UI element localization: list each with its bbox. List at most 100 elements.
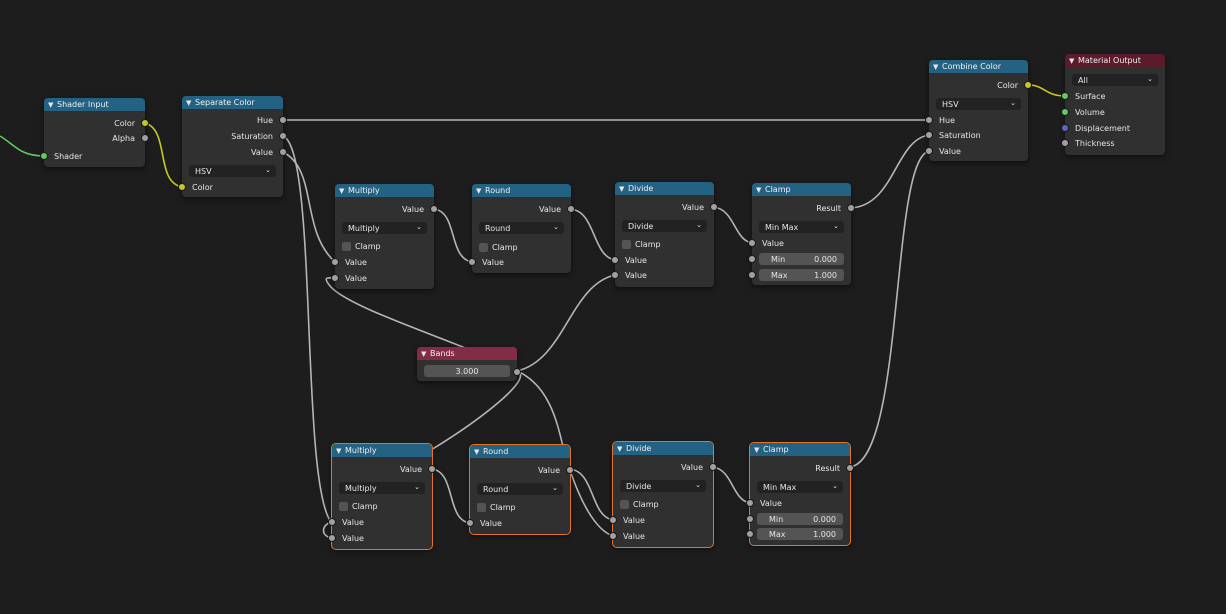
- checkbox-icon[interactable]: [342, 241, 351, 251]
- checkbox-icon[interactable]: [620, 499, 629, 509]
- node-header[interactable]: ▼ Multiply: [335, 184, 434, 197]
- output-socket-icon[interactable]: [847, 204, 855, 212]
- node-divide-top[interactable]: ▼ Divide Value Divide ⌄ Clamp Value Value: [611, 182, 718, 287]
- output-socket-icon[interactable]: [279, 132, 287, 140]
- node-header[interactable]: ▼ Clamp: [750, 443, 850, 456]
- mode-dropdown[interactable]: HSV ⌄: [936, 98, 1021, 110]
- node-header[interactable]: ▼ Round: [472, 184, 571, 197]
- input-socket-icon[interactable]: [611, 271, 619, 279]
- operation-dropdown[interactable]: Multiply ⌄: [342, 222, 427, 234]
- input-socket-icon[interactable]: [328, 534, 336, 542]
- input-socket-icon[interactable]: [746, 499, 754, 507]
- clamp-type-dropdown[interactable]: Min Max ⌄: [759, 221, 844, 233]
- chevron-down-icon[interactable]: ▼: [421, 350, 430, 358]
- chevron-down-icon[interactable]: ▼: [48, 101, 57, 109]
- input-socket-icon[interactable]: [748, 239, 756, 247]
- node-shader-input[interactable]: ▼ Shader Input Color Alpha Shader: [40, 98, 149, 167]
- output-socket-icon[interactable]: [428, 465, 436, 473]
- chevron-down-icon[interactable]: ▼: [474, 448, 483, 456]
- node-header[interactable]: ▼ Combine Color: [929, 60, 1028, 73]
- node-material-output[interactable]: ▼ Material Output All ⌄ Surface Volume Dis…: [1061, 54, 1165, 155]
- chevron-down-icon[interactable]: ▼: [754, 446, 763, 454]
- output-socket-icon[interactable]: [567, 205, 575, 213]
- input-socket-icon[interactable]: [1061, 92, 1069, 100]
- chevron-down-icon[interactable]: ▼: [186, 99, 195, 107]
- input-socket-icon[interactable]: [748, 271, 756, 279]
- input-socket-icon[interactable]: [1061, 108, 1069, 116]
- max-field[interactable]: Max 1.000: [746, 528, 843, 540]
- output-socket-icon[interactable]: [141, 119, 149, 127]
- output-socket-icon[interactable]: [1024, 81, 1032, 89]
- checkbox-icon[interactable]: [622, 239, 631, 249]
- input-socket-icon[interactable]: [468, 258, 476, 266]
- clamp-checkbox[interactable]: Clamp: [479, 241, 518, 253]
- input-socket-icon[interactable]: [40, 152, 48, 160]
- clamp-checkbox[interactable]: Clamp: [622, 238, 661, 250]
- node-header[interactable]: ▼ Material Output: [1065, 54, 1165, 67]
- checkbox-icon[interactable]: [477, 502, 486, 512]
- chevron-down-icon[interactable]: ▼: [756, 186, 765, 194]
- input-socket-icon[interactable]: [609, 532, 617, 540]
- input-socket-icon[interactable]: [746, 530, 754, 538]
- node-bands[interactable]: ▼ Bands 3.000: [417, 347, 521, 381]
- target-dropdown[interactable]: All ⌄: [1072, 74, 1158, 86]
- chevron-down-icon[interactable]: ▼: [1069, 57, 1078, 65]
- output-socket-icon[interactable]: [141, 134, 149, 142]
- input-socket-icon[interactable]: [611, 256, 619, 264]
- node-combine-color[interactable]: ▼ Combine Color Color HSV ⌄ Hue Saturation…: [925, 60, 1032, 161]
- node-header[interactable]: ▼ Bands: [417, 347, 517, 360]
- chevron-down-icon[interactable]: ▼: [476, 187, 485, 195]
- node-divide-bottom[interactable]: ▼ Divide Value Divide ⌄ Clamp Value Value: [609, 441, 717, 548]
- chevron-down-icon[interactable]: ▼: [933, 63, 942, 71]
- input-socket-icon[interactable]: [331, 274, 339, 282]
- input-socket-icon[interactable]: [746, 515, 754, 523]
- max-field[interactable]: Max 1.000: [748, 269, 844, 281]
- node-clamp-bottom[interactable]: ▼ Clamp Result Min Max ⌄ Value Min 0.000 Ma…: [746, 442, 854, 546]
- operation-dropdown[interactable]: Divide ⌄: [620, 480, 706, 492]
- clamp-checkbox[interactable]: Clamp: [477, 501, 516, 513]
- input-socket-icon[interactable]: [1061, 139, 1069, 147]
- min-field[interactable]: Min 0.000: [748, 253, 844, 265]
- node-clamp-top[interactable]: ▼ Clamp Result Min Max ⌄ Value Min 0.000 Ma…: [748, 183, 855, 285]
- clamp-checkbox[interactable]: Clamp: [342, 240, 381, 252]
- node-header[interactable]: ▼ Multiply: [332, 444, 432, 457]
- node-header[interactable]: ▼ Divide: [613, 442, 713, 455]
- output-socket-icon[interactable]: [846, 464, 854, 472]
- node-multiply-bottom[interactable]: ▼ Multiply Value Multiply ⌄ Clamp Value Va…: [328, 443, 436, 550]
- output-socket-icon[interactable]: [710, 203, 718, 211]
- mode-dropdown[interactable]: HSV ⌄: [189, 165, 276, 177]
- output-socket-icon[interactable]: [566, 466, 574, 474]
- chevron-down-icon[interactable]: ▼: [336, 447, 345, 455]
- min-field[interactable]: Min 0.000: [746, 513, 843, 525]
- clamp-checkbox[interactable]: Clamp: [339, 500, 378, 512]
- node-separate-color[interactable]: ▼ Separate Color Hue Saturation Value HSV…: [178, 96, 287, 197]
- output-socket-icon[interactable]: [430, 205, 438, 213]
- bands-value-field[interactable]: 3.000: [424, 365, 510, 377]
- node-header[interactable]: ▼ Separate Color: [182, 96, 283, 109]
- operation-dropdown[interactable]: Divide ⌄: [622, 220, 707, 232]
- checkbox-icon[interactable]: [339, 501, 348, 511]
- input-socket-icon[interactable]: [748, 255, 756, 263]
- node-round-bottom[interactable]: ▼ Round Value Round ⌄ Clamp Value: [466, 444, 574, 535]
- operation-dropdown[interactable]: Round ⌄: [479, 222, 564, 234]
- clamp-type-dropdown[interactable]: Min Max ⌄: [757, 481, 843, 493]
- input-socket-icon[interactable]: [925, 147, 933, 155]
- input-socket-icon[interactable]: [466, 519, 474, 527]
- node-round-top[interactable]: ▼ Round Value Round ⌄ Clamp Value: [468, 184, 575, 273]
- node-multiply-top[interactable]: ▼ Multiply Value Multiply ⌄ Clamp Value Va…: [331, 184, 438, 289]
- input-socket-icon[interactable]: [1061, 124, 1069, 132]
- output-socket-icon[interactable]: [709, 463, 717, 471]
- node-header[interactable]: ▼ Round: [470, 445, 570, 458]
- output-socket-icon[interactable]: [513, 368, 521, 376]
- input-socket-icon[interactable]: [331, 258, 339, 266]
- operation-dropdown[interactable]: Multiply ⌄: [339, 482, 425, 494]
- node-header[interactable]: ▼ Clamp: [752, 183, 851, 196]
- input-socket-icon[interactable]: [328, 518, 336, 526]
- node-header[interactable]: ▼ Divide: [615, 182, 714, 195]
- input-socket-icon[interactable]: [609, 516, 617, 524]
- input-socket-icon[interactable]: [178, 183, 186, 191]
- checkbox-icon[interactable]: [479, 242, 488, 252]
- chevron-down-icon[interactable]: ▼: [339, 187, 348, 195]
- chevron-down-icon[interactable]: ▼: [617, 445, 626, 453]
- chevron-down-icon[interactable]: ▼: [619, 185, 628, 193]
